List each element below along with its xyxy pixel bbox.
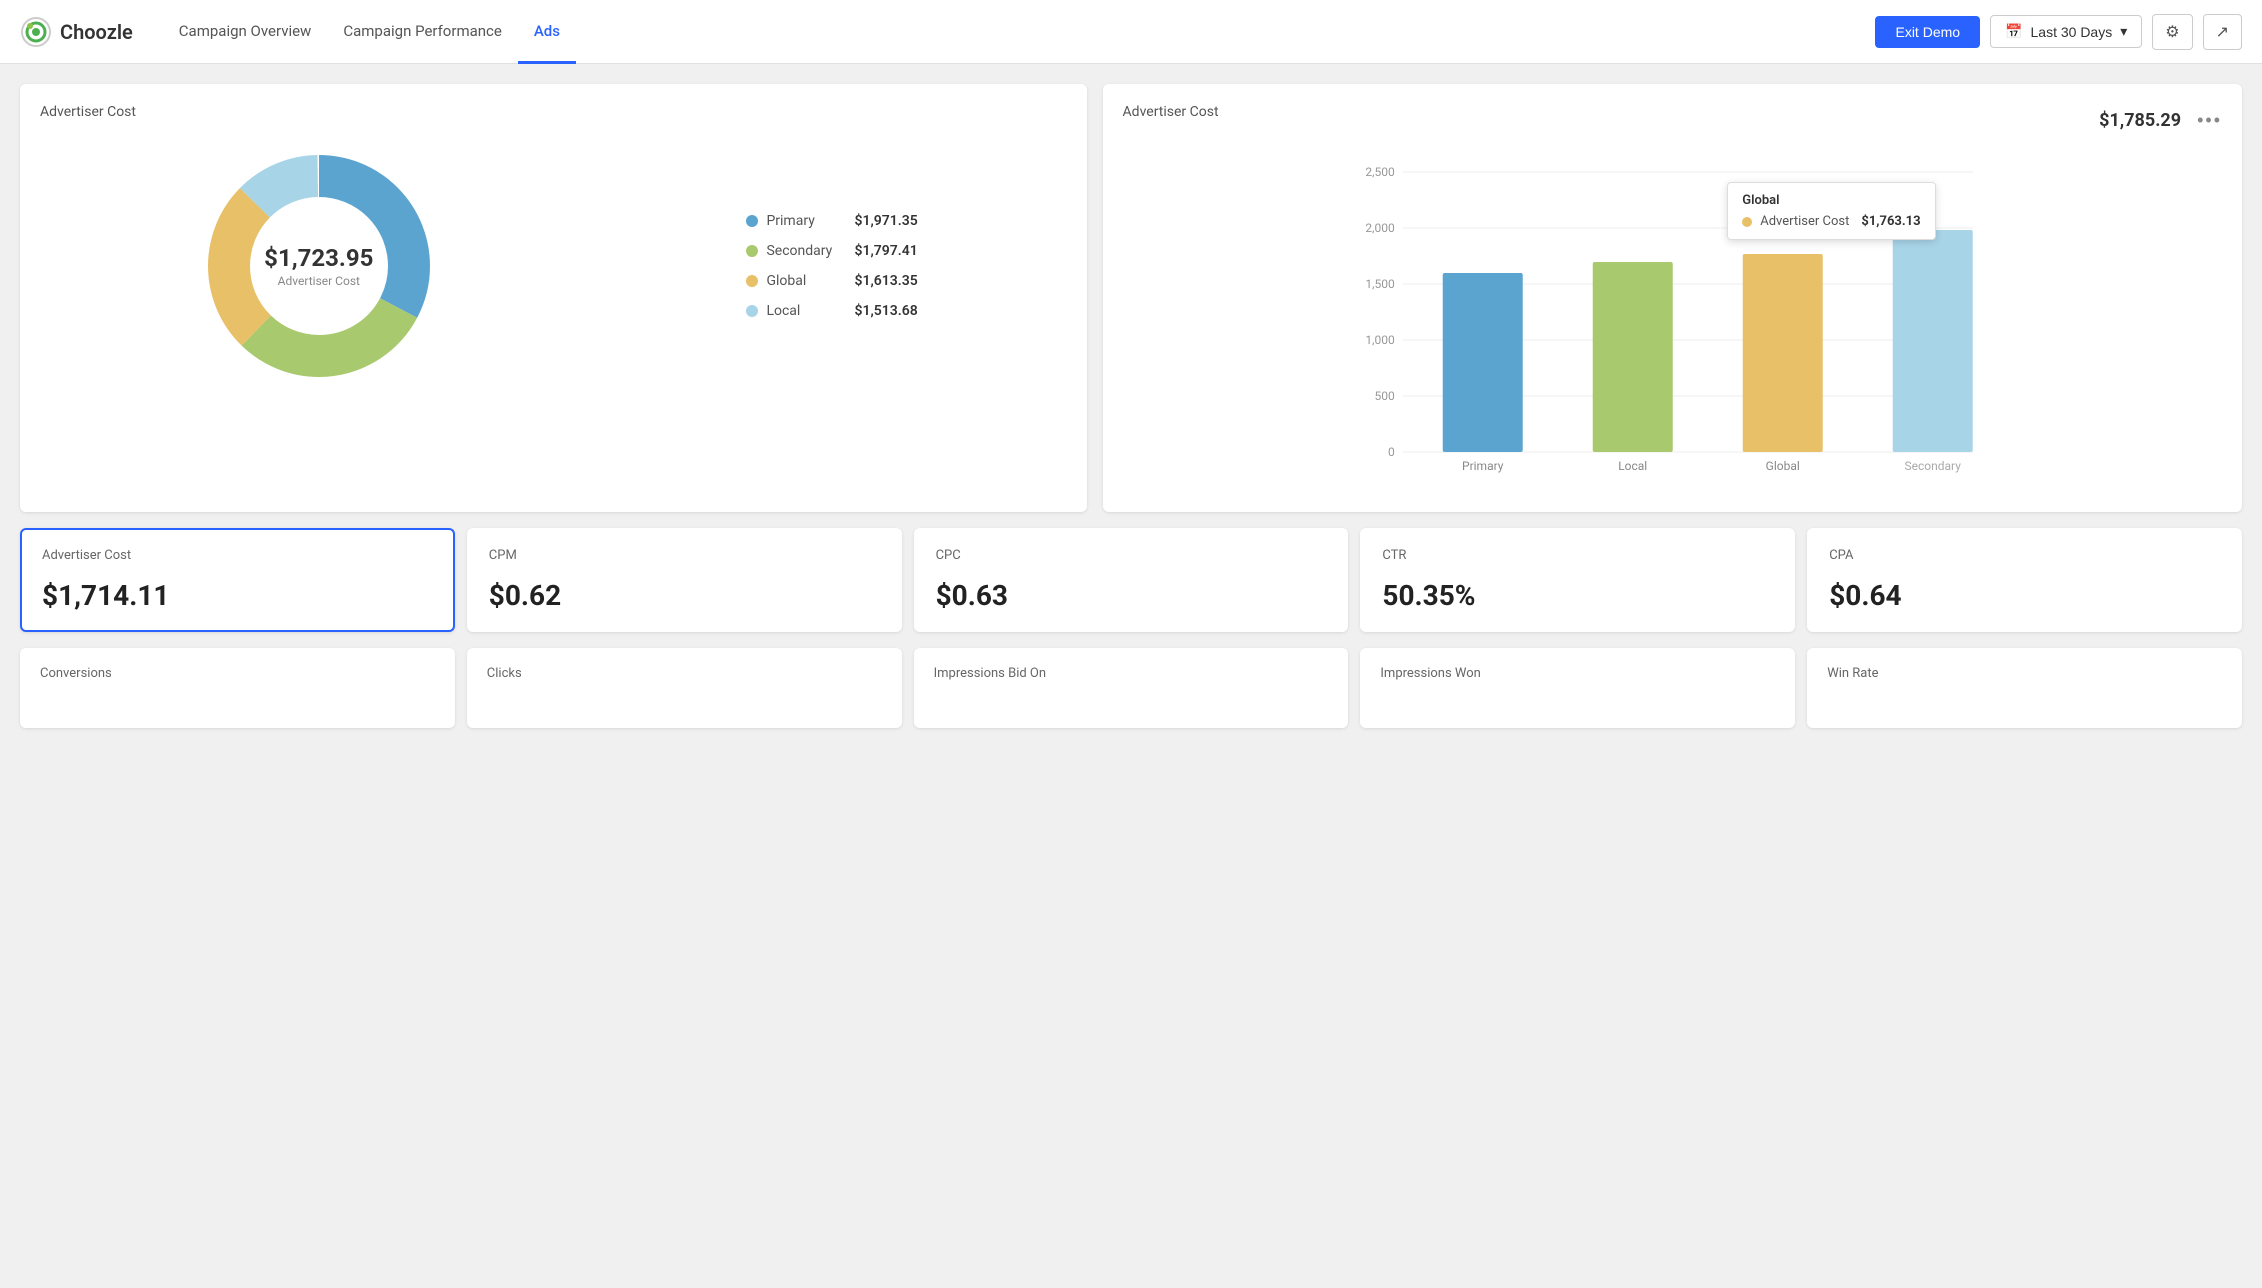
tab-campaign-overview[interactable]: Campaign Overview xyxy=(163,1,328,64)
svg-text:2,500: 2,500 xyxy=(1365,165,1395,179)
legend-item-global: Global $1,613.35 xyxy=(746,273,917,289)
donut-legend: Primary $1,971.35 Secondary $1,797.41 Gl… xyxy=(746,213,917,319)
legend-value-primary: $1,971.35 xyxy=(854,213,917,229)
bottom-label-impressions-won: Impressions Won xyxy=(1380,666,1775,681)
tab-campaign-performance[interactable]: Campaign Performance xyxy=(327,1,518,64)
metric-card-cpa[interactable]: CPA $0.64 xyxy=(1807,528,2242,632)
legend-value-local: $1,513.68 xyxy=(854,303,917,319)
metric-label-cpm: CPM xyxy=(489,548,880,563)
donut-chart-title: Advertiser Cost xyxy=(40,104,1067,120)
date-picker-label: Last 30 Days xyxy=(2031,24,2113,40)
header: Choozle Campaign Overview Campaign Perfo… xyxy=(0,0,2262,64)
svg-text:Primary: Primary xyxy=(1462,459,1504,473)
donut-chart-card: Advertiser Cost xyxy=(20,84,1087,512)
legend-item-primary: Primary $1,971.35 xyxy=(746,213,917,229)
bottom-label-conversions: Conversions xyxy=(40,666,435,681)
bar-chart-title-row: Advertiser Cost $1,785.29 ••• xyxy=(1123,104,2222,136)
header-right: Exit Demo 📅 Last 30 Days ▾ ⚙ ↗ xyxy=(1875,14,2242,50)
bar-local[interactable] xyxy=(1592,262,1672,452)
legend-dot-local xyxy=(746,305,758,317)
metric-value-cpa: $0.64 xyxy=(1829,579,2220,612)
bottom-label-impressions-bid-on: Impressions Bid On xyxy=(934,666,1329,681)
nav-tabs: Campaign Overview Campaign Performance A… xyxy=(163,0,1876,63)
svg-text:1,500: 1,500 xyxy=(1365,277,1395,291)
svg-text:0: 0 xyxy=(1388,445,1395,459)
bar-chart-total: $1,785.29 xyxy=(2099,110,2181,131)
bar-chart-card: Advertiser Cost $1,785.29 ••• Global Adv… xyxy=(1103,84,2242,512)
bar-chart-title: Advertiser Cost xyxy=(1123,104,1219,120)
metric-value-ctr: 50.35% xyxy=(1382,579,1773,612)
donut-svg-container: $1,723.95 Advertiser Cost xyxy=(189,136,449,396)
bar-chart-svg: 2,500 2,000 1,500 1,000 500 0 Primary Lo… xyxy=(1123,152,2222,492)
bottom-label-win-rate: Win Rate xyxy=(1827,666,2222,681)
choozle-logo-icon xyxy=(20,16,52,48)
legend-name-local: Local xyxy=(766,303,846,319)
bar-global[interactable] xyxy=(1742,254,1822,452)
metric-label-ctr: CTR xyxy=(1382,548,1773,563)
svg-text:2,000: 2,000 xyxy=(1365,221,1395,235)
legend-value-global: $1,613.35 xyxy=(854,273,917,289)
legend-value-secondary: $1,797.41 xyxy=(854,243,917,259)
metric-value-advertiser-cost: $1,714.11 xyxy=(42,579,433,612)
donut-center-label: Advertiser Cost xyxy=(264,274,373,288)
bottom-label-clicks: Clicks xyxy=(487,666,882,681)
metric-card-cpc[interactable]: CPC $0.63 xyxy=(914,528,1349,632)
bottom-card-clicks[interactable]: Clicks xyxy=(467,648,902,728)
date-picker-button[interactable]: 📅 Last 30 Days ▾ xyxy=(1990,15,2142,48)
metric-card-cpm[interactable]: CPM $0.62 xyxy=(467,528,902,632)
tab-ads[interactable]: Ads xyxy=(518,1,576,64)
legend-name-secondary: Secondary xyxy=(766,243,846,259)
metric-label-advertiser-cost: Advertiser Cost xyxy=(42,548,433,563)
bar-primary[interactable] xyxy=(1442,273,1522,452)
logo-text: Choozle xyxy=(60,20,133,44)
legend-item-local: Local $1,513.68 xyxy=(746,303,917,319)
svg-text:Local: Local xyxy=(1618,459,1647,473)
share-icon-button[interactable]: ↗ xyxy=(2203,14,2242,50)
bar-secondary[interactable] xyxy=(1892,230,1972,452)
filter-icon: ⚙ xyxy=(2165,22,2179,42)
bottom-card-impressions-bid-on[interactable]: Impressions Bid On xyxy=(914,648,1349,728)
charts-row: Advertiser Cost xyxy=(20,84,2242,512)
bottom-card-win-rate[interactable]: Win Rate xyxy=(1807,648,2242,728)
metric-card-advertiser-cost[interactable]: Advertiser Cost $1,714.11 xyxy=(20,528,455,632)
svg-text:1,000: 1,000 xyxy=(1365,333,1395,347)
svg-text:500: 500 xyxy=(1374,389,1394,403)
filter-icon-button[interactable]: ⚙ xyxy=(2152,14,2192,50)
donut-chart-content: $1,723.95 Advertiser Cost Primary $1,971… xyxy=(40,136,1067,396)
metric-label-cpc: CPC xyxy=(936,548,1327,563)
svg-text:Secondary: Secondary xyxy=(1904,459,1961,473)
bottom-card-impressions-won[interactable]: Impressions Won xyxy=(1360,648,1795,728)
metric-value-cpm: $0.62 xyxy=(489,579,880,612)
calendar-icon: 📅 xyxy=(2005,23,2022,40)
share-icon: ↗ xyxy=(2216,22,2229,42)
logo-area: Choozle xyxy=(20,16,133,48)
legend-dot-primary xyxy=(746,215,758,227)
metric-cards-row: Advertiser Cost $1,714.11 CPM $0.62 CPC … xyxy=(20,528,2242,632)
bottom-metric-row: Conversions Clicks Impressions Bid On Im… xyxy=(20,648,2242,728)
legend-dot-secondary xyxy=(746,245,758,257)
donut-center: $1,723.95 Advertiser Cost xyxy=(264,244,373,288)
legend-item-secondary: Secondary $1,797.41 xyxy=(746,243,917,259)
exit-demo-button[interactable]: Exit Demo xyxy=(1875,16,1980,48)
legend-dot-global xyxy=(746,275,758,287)
bar-chart-area: Global Advertiser Cost $1,763.13 xyxy=(1123,152,2222,492)
legend-name-primary: Primary xyxy=(766,213,846,229)
metric-card-ctr[interactable]: CTR 50.35% xyxy=(1360,528,1795,632)
main-content: Advertiser Cost xyxy=(0,64,2262,748)
chevron-down-icon: ▾ xyxy=(2120,23,2127,40)
donut-center-value: $1,723.95 xyxy=(264,244,373,272)
metric-label-cpa: CPA xyxy=(1829,548,2220,563)
legend-name-global: Global xyxy=(766,273,846,289)
svg-text:Global: Global xyxy=(1765,459,1799,473)
metric-value-cpc: $0.63 xyxy=(936,579,1327,612)
bar-chart-more-button[interactable]: ••• xyxy=(2197,110,2222,131)
bottom-card-conversions[interactable]: Conversions xyxy=(20,648,455,728)
